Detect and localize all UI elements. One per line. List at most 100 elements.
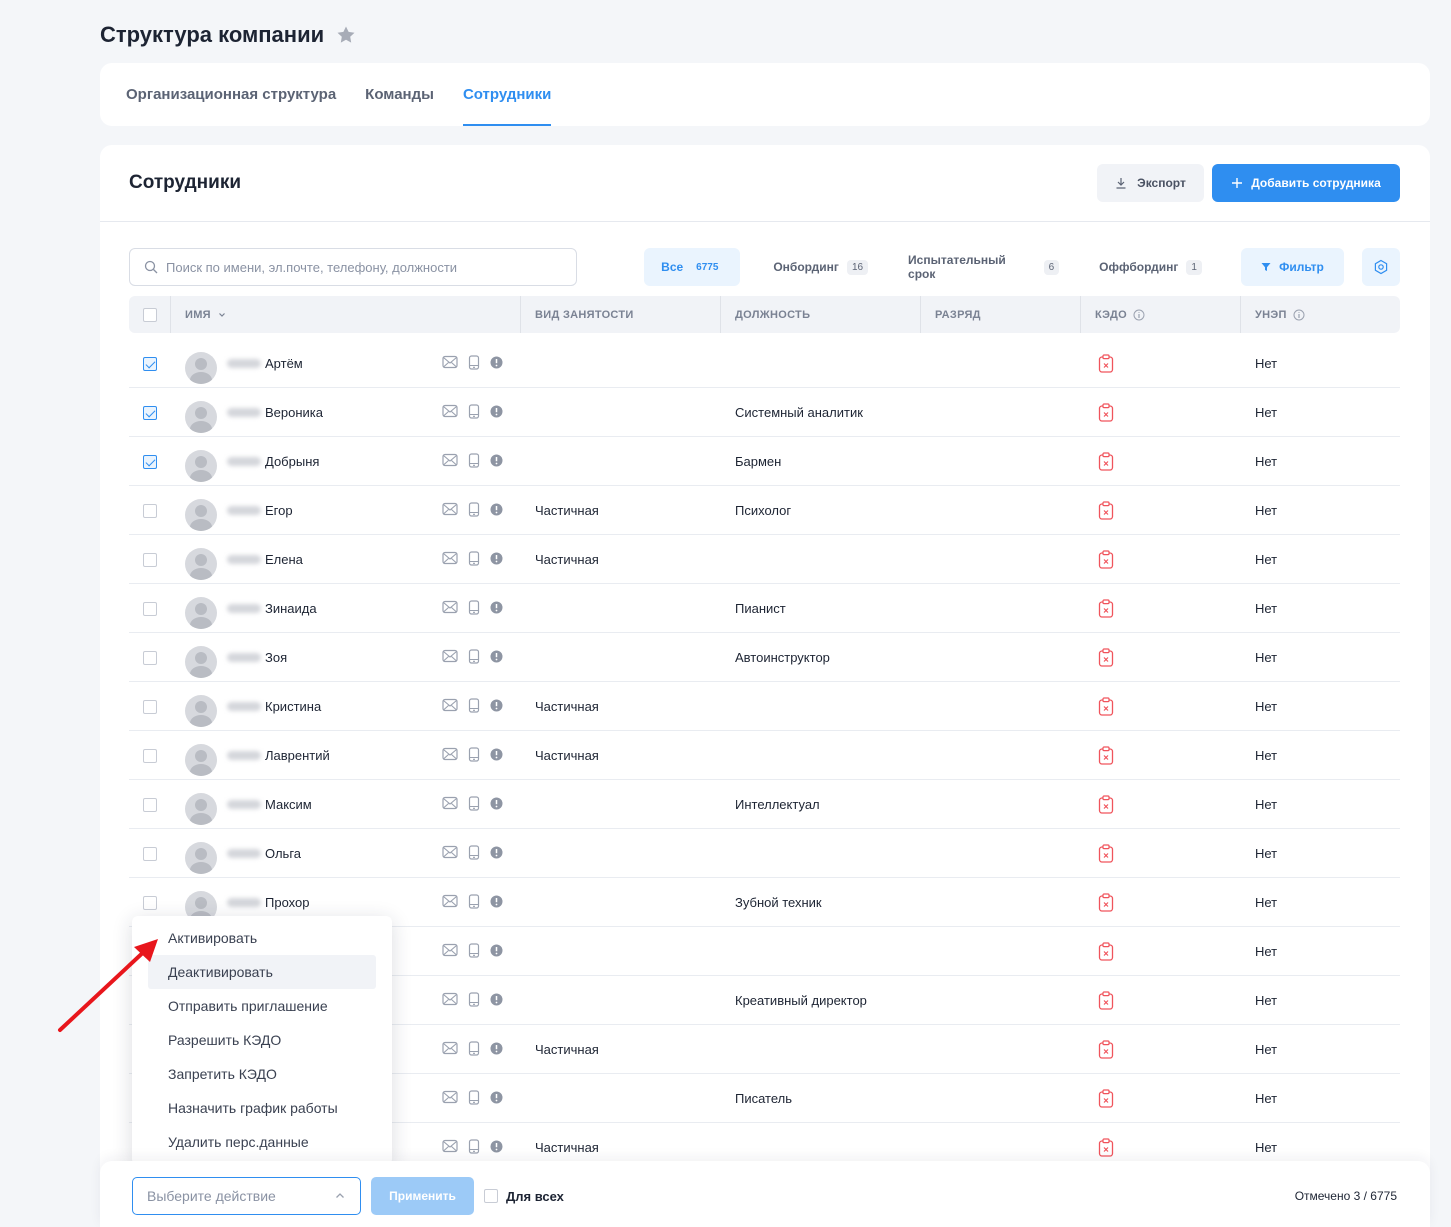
- menu-item-send-invite[interactable]: Отправить приглашение: [148, 989, 376, 1023]
- envelope-icon[interactable]: [442, 894, 458, 911]
- row-checkbox[interactable]: [143, 454, 157, 469]
- alert-icon[interactable]: [490, 993, 503, 1009]
- segment-all[interactable]: Все 6775: [644, 248, 741, 286]
- row-checkbox-cell[interactable]: [143, 633, 157, 682]
- table-settings-button[interactable]: [1362, 248, 1400, 286]
- alert-icon[interactable]: [490, 748, 503, 764]
- menu-item-deny-kedo[interactable]: Запретить КЭДО: [148, 1057, 376, 1091]
- segment-offboarding[interactable]: Оффбординг 1: [1082, 248, 1219, 286]
- tab-teams[interactable]: Команды: [365, 63, 434, 126]
- column-position[interactable]: ДОЛЖНОСТЬ: [735, 296, 810, 333]
- phone-icon[interactable]: [468, 403, 480, 422]
- row-checkbox[interactable]: [143, 503, 157, 518]
- row-checkbox-cell[interactable]: [143, 339, 157, 388]
- row-checkbox[interactable]: [143, 895, 157, 910]
- phone-icon[interactable]: [468, 795, 480, 814]
- action-select[interactable]: Выберите действие: [132, 1177, 361, 1215]
- row-checkbox-cell[interactable]: [143, 535, 157, 584]
- table-row[interactable]: Максим Интеллектуал Нет: [129, 780, 1400, 829]
- phone-icon[interactable]: [468, 648, 480, 667]
- table-row[interactable]: Зоя Автоинструктор Нет: [129, 633, 1400, 682]
- row-checkbox[interactable]: [143, 748, 157, 763]
- filter-button[interactable]: Фильтр: [1240, 248, 1345, 286]
- phone-icon[interactable]: [468, 599, 480, 618]
- tab-employees[interactable]: Сотрудники: [462, 63, 552, 126]
- alert-icon[interactable]: [490, 797, 503, 813]
- employee-cell[interactable]: Максим: [185, 780, 312, 829]
- alert-icon[interactable]: [490, 846, 503, 862]
- envelope-icon[interactable]: [442, 845, 458, 862]
- row-checkbox[interactable]: [143, 356, 157, 371]
- menu-item-delete-personal-data[interactable]: Удалить перс.данные: [148, 1125, 376, 1159]
- envelope-icon[interactable]: [442, 992, 458, 1009]
- row-checkbox-cell[interactable]: [143, 388, 157, 437]
- phone-icon[interactable]: [468, 893, 480, 912]
- row-checkbox[interactable]: [143, 405, 157, 420]
- phone-icon[interactable]: [468, 844, 480, 863]
- table-row[interactable]: Ольга Нет: [129, 829, 1400, 878]
- envelope-icon[interactable]: [442, 502, 458, 519]
- phone-icon[interactable]: [468, 1138, 480, 1157]
- phone-icon[interactable]: [468, 697, 480, 716]
- alert-icon[interactable]: [490, 944, 503, 960]
- employee-cell[interactable]: Елена: [185, 535, 303, 584]
- segment-onboarding[interactable]: Онбординг 16: [756, 248, 885, 286]
- row-checkbox[interactable]: [143, 846, 157, 861]
- envelope-icon[interactable]: [442, 747, 458, 764]
- envelope-icon[interactable]: [442, 1041, 458, 1058]
- employee-cell[interactable]: Зоя: [185, 633, 287, 682]
- alert-icon[interactable]: [490, 895, 503, 911]
- table-row[interactable]: Кристина Частичная Нет: [129, 682, 1400, 731]
- employee-cell[interactable]: Егор: [185, 486, 293, 535]
- phone-icon[interactable]: [468, 1089, 480, 1108]
- info-icon[interactable]: [1293, 309, 1305, 321]
- table-row[interactable]: Елена Частичная Нет: [129, 535, 1400, 584]
- menu-item-deactivate[interactable]: Деактивировать: [148, 955, 376, 989]
- row-checkbox-cell[interactable]: [143, 437, 157, 486]
- envelope-icon[interactable]: [442, 355, 458, 372]
- alert-icon[interactable]: [490, 699, 503, 715]
- alert-icon[interactable]: [490, 1140, 503, 1156]
- phone-icon[interactable]: [468, 354, 480, 373]
- row-checkbox[interactable]: [143, 601, 157, 616]
- alert-icon[interactable]: [490, 503, 503, 519]
- table-row[interactable]: Лаврентий Частичная Нет: [129, 731, 1400, 780]
- phone-icon[interactable]: [468, 501, 480, 520]
- export-button[interactable]: Экспорт: [1097, 164, 1204, 202]
- search-input[interactable]: [166, 259, 566, 275]
- menu-item-allow-kedo[interactable]: Разрешить КЭДО: [148, 1023, 376, 1057]
- for-all-checkbox[interactable]: [484, 1189, 498, 1203]
- row-checkbox-cell[interactable]: [143, 486, 157, 535]
- column-employment[interactable]: ВИД ЗАНЯТОСТИ: [535, 296, 634, 333]
- phone-icon[interactable]: [468, 1040, 480, 1059]
- table-row[interactable]: Артём Нет: [129, 339, 1400, 388]
- envelope-icon[interactable]: [442, 796, 458, 813]
- employee-cell[interactable]: Ольга: [185, 829, 301, 878]
- alert-icon[interactable]: [490, 454, 503, 470]
- star-icon[interactable]: [336, 25, 356, 45]
- table-row[interactable]: Вероника Системный аналитик Нет: [129, 388, 1400, 437]
- table-row[interactable]: Егор Частичная Психолог Нет: [129, 486, 1400, 535]
- info-icon[interactable]: [1133, 309, 1145, 321]
- alert-icon[interactable]: [490, 650, 503, 666]
- select-all-checkbox[interactable]: [143, 307, 157, 322]
- alert-icon[interactable]: [490, 356, 503, 372]
- table-row[interactable]: Зинаида Пианист Нет: [129, 584, 1400, 633]
- apply-button[interactable]: Применить: [371, 1177, 474, 1215]
- employee-cell[interactable]: Артём: [185, 339, 303, 388]
- for-all-toggle[interactable]: Для всех: [484, 1177, 564, 1215]
- menu-item-activate[interactable]: Активировать: [148, 921, 376, 955]
- envelope-icon[interactable]: [442, 453, 458, 470]
- phone-icon[interactable]: [468, 452, 480, 471]
- add-employee-button[interactable]: Добавить сотрудника: [1212, 164, 1400, 202]
- tab-org-structure[interactable]: Организационная структура: [126, 63, 336, 126]
- row-checkbox-cell[interactable]: [143, 682, 157, 731]
- employee-cell[interactable]: Вероника: [185, 388, 323, 437]
- phone-icon[interactable]: [468, 991, 480, 1010]
- alert-icon[interactable]: [490, 552, 503, 568]
- employee-cell[interactable]: Кристина: [185, 682, 321, 731]
- row-checkbox[interactable]: [143, 699, 157, 714]
- employee-cell[interactable]: Лаврентий: [185, 731, 330, 780]
- row-checkbox-cell[interactable]: [143, 829, 157, 878]
- alert-icon[interactable]: [490, 1042, 503, 1058]
